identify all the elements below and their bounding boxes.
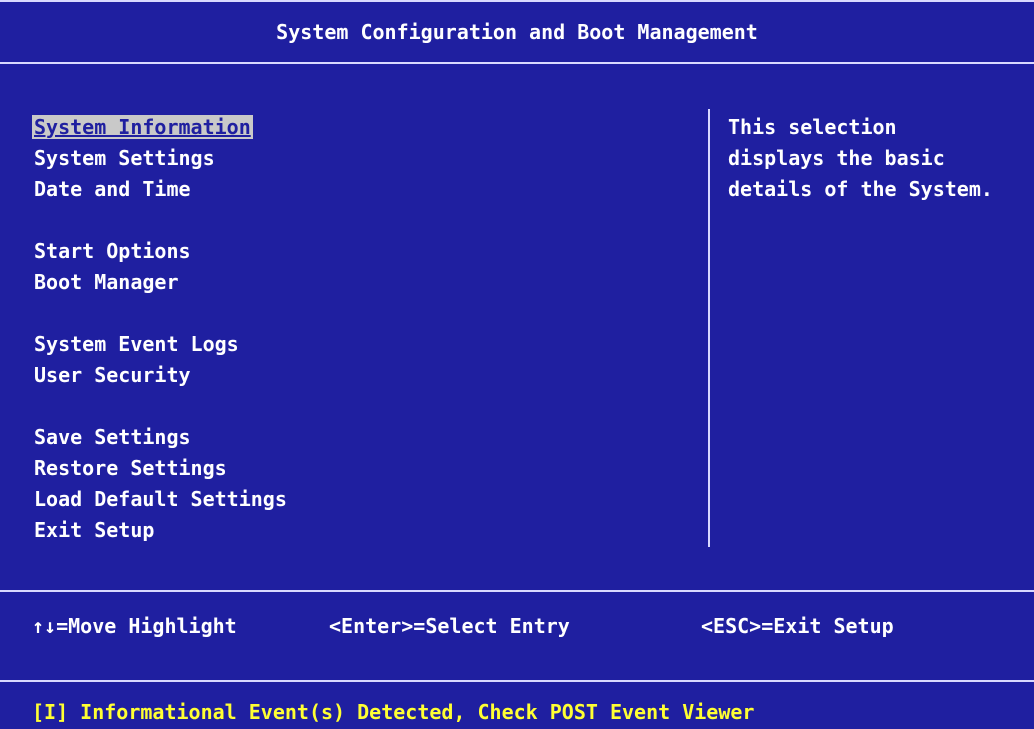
menu-item-label: System Settings (34, 146, 215, 170)
menu-item-system-event-logs[interactable]: System Event Logs (32, 329, 289, 360)
menu-spacer (32, 298, 289, 329)
menu-item-label: Load Default Settings (34, 487, 287, 511)
key-help-bar: ↑↓=Move Highlight <Enter>=Select Entry <… (0, 590, 1034, 682)
menu-spacer (32, 205, 289, 236)
menu-item-label: Save Settings (34, 425, 191, 449)
menu-item-label: Exit Setup (34, 518, 155, 542)
status-message: [I] Informational Event(s) Detected, Che… (32, 700, 755, 724)
menu-item-label: Boot Manager (34, 270, 179, 294)
menu-item-save-settings[interactable]: Save Settings (32, 422, 289, 453)
menu-item-label: Restore Settings (34, 456, 227, 480)
menu-item-label: System Event Logs (34, 332, 239, 356)
exit-setup-hint: <ESC>=Exit Setup (701, 614, 894, 638)
help-text-line: displays the basic (728, 146, 945, 170)
help-text-line: This selection (728, 115, 897, 139)
help-panel-divider (708, 109, 710, 547)
menu-item-label: System Information (32, 115, 253, 139)
setup-menu: System Information System Settings Date … (32, 112, 289, 546)
menu-item-boot-manager[interactable]: Boot Manager (32, 267, 289, 298)
page-title: System Configuration and Boot Management (276, 20, 758, 44)
menu-item-restore-settings[interactable]: Restore Settings (32, 453, 289, 484)
menu-item-user-security[interactable]: User Security (32, 360, 289, 391)
menu-item-load-default-settings[interactable]: Load Default Settings (32, 484, 289, 515)
select-entry-hint: <Enter>=Select Entry (329, 614, 570, 638)
menu-item-system-information[interactable]: System Information (32, 112, 289, 143)
title-bar: System Configuration and Boot Management (0, 0, 1034, 64)
menu-item-system-settings[interactable]: System Settings (32, 143, 289, 174)
bios-setup-screen: System Configuration and Boot Management… (0, 0, 1034, 729)
menu-item-label: User Security (34, 363, 191, 387)
menu-spacer (32, 391, 289, 422)
help-text-line: details of the System. (728, 177, 993, 201)
menu-item-start-options[interactable]: Start Options (32, 236, 289, 267)
help-panel: This selection displays the basic detail… (728, 112, 1028, 205)
menu-item-exit-setup[interactable]: Exit Setup (32, 515, 289, 546)
menu-item-label: Date and Time (34, 177, 191, 201)
move-highlight-hint: ↑↓=Move Highlight (32, 614, 237, 638)
menu-item-label: Start Options (34, 239, 191, 263)
main-area: System Information System Settings Date … (0, 64, 1034, 590)
menu-item-date-and-time[interactable]: Date and Time (32, 174, 289, 205)
